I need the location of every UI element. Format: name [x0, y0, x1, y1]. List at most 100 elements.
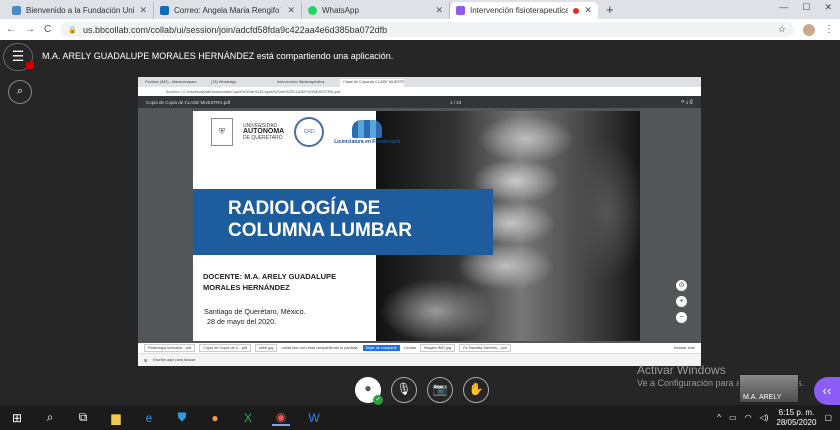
share-view-icon[interactable]: ⌕	[8, 80, 32, 104]
volume-icon[interactable]: ◁)	[760, 413, 769, 422]
file-explorer-icon[interactable]: ▆	[107, 411, 125, 425]
shared-application: Pedidos (383) - Manimaraparo (78) WhatsA…	[138, 77, 701, 366]
clock[interactable]: 6:15 p. m. 28/05/2020	[776, 408, 816, 428]
status-ok-icon: ✓	[373, 395, 383, 405]
reload-button[interactable]: C	[44, 24, 51, 35]
presenter-video[interactable]: M.A. ARELY	[739, 374, 799, 403]
windows-taskbar: ⊞ ⌕ ⧉ ▆ e ⛊ ● X ◉ W ^ ▭ ◠ ◁) 6:15 p. m. …	[0, 405, 840, 430]
raise-hand-button[interactable]: ✋	[463, 377, 489, 403]
chrome-menu-icon[interactable]: ⋮	[824, 24, 834, 35]
uaq-city: DE QUERÉTARO	[243, 135, 283, 141]
tab-whatsapp[interactable]: WhatsApp ✕	[302, 2, 450, 19]
uaq-logo-text: UNIVERSIDAD AUTÓNOMA DE QUERÉTARO	[243, 123, 284, 141]
word-icon[interactable]: W	[305, 411, 323, 425]
close-tab-icon[interactable]: ✕	[435, 5, 443, 16]
firefox-icon[interactable]: ●	[206, 411, 224, 425]
pdf-toolbar: Copia de Copia de CLASE MUESTRA.pdf 1 / …	[138, 96, 701, 108]
omnibox[interactable]: 🔒 us.bbcollab.com/collab/ui/session/join…	[60, 22, 794, 37]
pdf-title: Copia de Copia de CLASE MUESTRA.pdf	[146, 99, 231, 105]
wifi-icon[interactable]: ◠	[745, 413, 752, 422]
inner-tab-bar: Pedidos (383) - Manimaraparo (78) WhatsA…	[138, 77, 701, 87]
tray-chevron-icon[interactable]: ^	[717, 413, 721, 422]
tab-intervencion[interactable]: Intervención fisioterapeutica ✕	[450, 2, 598, 19]
task-view-icon[interactable]: ⧉	[74, 410, 92, 425]
whatsapp-icon	[308, 6, 317, 15]
close-tab-icon[interactable]: ✕	[287, 5, 295, 16]
pdf-viewer: ⛨ UNIVERSIDAD AUTÓNOMA DE QUERÉTARO CRD …	[138, 108, 701, 343]
close-tab-icon[interactable]: ✕	[584, 5, 592, 16]
logos: ⛨ UNIVERSIDAD AUTÓNOMA DE QUERÉTARO CRD …	[211, 117, 400, 147]
recording-icon	[573, 7, 580, 14]
zoom-out-icon: −	[676, 312, 687, 323]
network-icon[interactable]: ▭	[729, 413, 737, 422]
share-message: M.A. ARELY GUADALUPE MORALES HERNÁNDEZ e…	[42, 51, 394, 61]
url-text[interactable]: us.bbcollab.com/collab/ui/session/join/a…	[83, 25, 387, 35]
tab-fundacion[interactable]: Bienvenido a la Fundación Unive ✕	[6, 2, 154, 19]
close-tab-icon[interactable]: ✕	[139, 5, 147, 16]
collab-icon	[456, 6, 465, 15]
inner-tab: Pedidos (383) - Manimaraparo	[145, 80, 197, 84]
notifications-icon[interactable]: ▢	[824, 413, 832, 422]
inner-tab: Intervención fisioterapéutica	[277, 80, 325, 84]
download-item: Copia de Copia de C...pdf	[199, 344, 251, 352]
excel-icon[interactable]: X	[239, 411, 257, 425]
inner-taskbar: Radiología lumbaria....pdf Copia de Copi…	[138, 343, 701, 366]
presenter-name: M.A. ARELY	[743, 394, 782, 401]
date: 28 de mayo del 2020.	[207, 317, 277, 326]
new-tab-button[interactable]: +	[606, 2, 614, 17]
menu-icon[interactable]: ☰	[3, 43, 34, 71]
system-tray: ^ ▭ ◠ ◁) 6:15 p. m. 28/05/2020 ▢	[717, 408, 832, 428]
minimize-button[interactable]: —	[779, 2, 788, 13]
zoom-in-icon: +	[676, 296, 687, 307]
share-notification: collab.bbc.com está compartiendo tu pant…	[281, 346, 359, 350]
pdf-actions-icon: ⟳ ⤓ ⎙	[681, 99, 693, 104]
close-window-button[interactable]: ✕	[824, 2, 832, 13]
docente-line1: DOCENTE: M.A. ARELY GUADALUPE	[203, 272, 337, 281]
licenciatura-logo: Licenciatura en Fisioterapia	[334, 119, 400, 145]
edge-icon[interactable]: e	[140, 411, 158, 425]
forward-button[interactable]: →	[25, 24, 35, 35]
my-status-avatar[interactable]: ● ✓	[355, 377, 383, 405]
uaq-shield-icon: ⛨	[211, 118, 233, 146]
mic-toggle[interactable]: 🎙	[391, 377, 417, 403]
chrome-icon[interactable]: ◉	[272, 410, 290, 426]
hide-label: Ocultar	[403, 346, 417, 350]
inner-downloads-bar: Radiología lumbaria....pdf Copia de Copi…	[138, 343, 701, 354]
download-item: rafiel.jpg	[254, 344, 278, 352]
inner-search-box: Escribe aquí para buscar	[153, 358, 196, 362]
slide-title-line2: COLUMNA LUMBAR	[228, 220, 412, 241]
collab-panel-toggle[interactable]: ‹‹	[814, 377, 840, 405]
title-banner: RADIOLOGÍA DE COLUMNA LUMBAR	[193, 189, 493, 255]
download-item: Imagen IMG.jpg	[420, 344, 456, 352]
inner-start-icon: ⊞	[144, 358, 148, 363]
tab-title: Correo: Angela Maria Rengifo Te	[174, 6, 283, 15]
activate-windows-title: Activar Windows	[637, 363, 726, 377]
browser-tab-bar: Bienvenido a la Fundación Unive ✕ Correo:…	[0, 0, 840, 19]
slide: ⛨ UNIVERSIDAD AUTÓNOMA DE QUERÉTARO CRD …	[193, 111, 640, 341]
clock-date: 28/05/2020	[776, 417, 817, 427]
tab-correo[interactable]: Correo: Angela Maria Rengifo Te ✕	[154, 2, 302, 19]
docente-line2: MORALES HERNÁNDEZ	[203, 283, 290, 292]
bookmark-star-icon[interactable]: ☆	[778, 24, 786, 35]
clock-time: 6:15 p. m.	[778, 407, 815, 417]
download-item: Radiología lumbaria....pdf	[144, 344, 196, 352]
uaq-big: AUTÓNOMA	[243, 128, 285, 135]
pdf-zoom-controls: ⊙ + −	[676, 280, 687, 323]
fisio-seal-icon: CRD	[294, 117, 325, 147]
window-controls: — ☐ ✕	[779, 2, 832, 13]
recording-indicator-icon	[26, 62, 34, 69]
camera-toggle[interactable]: 📷	[427, 377, 453, 403]
search-icon[interactable]: ⌕	[41, 410, 59, 425]
back-button[interactable]: ←	[6, 24, 16, 35]
maximize-button[interactable]: ☐	[802, 2, 810, 13]
tab-title: Bienvenido a la Fundación Unive	[26, 6, 135, 15]
store-icon[interactable]: ⛊	[173, 410, 191, 425]
windows-start-icon[interactable]: ⊞	[8, 411, 26, 425]
collab-stage: ☰ ⌕ M.A. ARELY GUADALUPE MORALES HERNÁND…	[0, 40, 840, 405]
docente: DOCENTE: M.A. ARELY GUADALUPE MORALES HE…	[203, 271, 373, 293]
lock-icon: 🔒	[68, 26, 77, 34]
inner-tab-active: Clase de Copia de CLASE MUESTRA	[340, 79, 404, 87]
profile-avatar[interactable]	[803, 23, 815, 36]
people-logo-icon	[352, 119, 383, 138]
place: Santiago de Querétaro, México.	[204, 307, 306, 316]
